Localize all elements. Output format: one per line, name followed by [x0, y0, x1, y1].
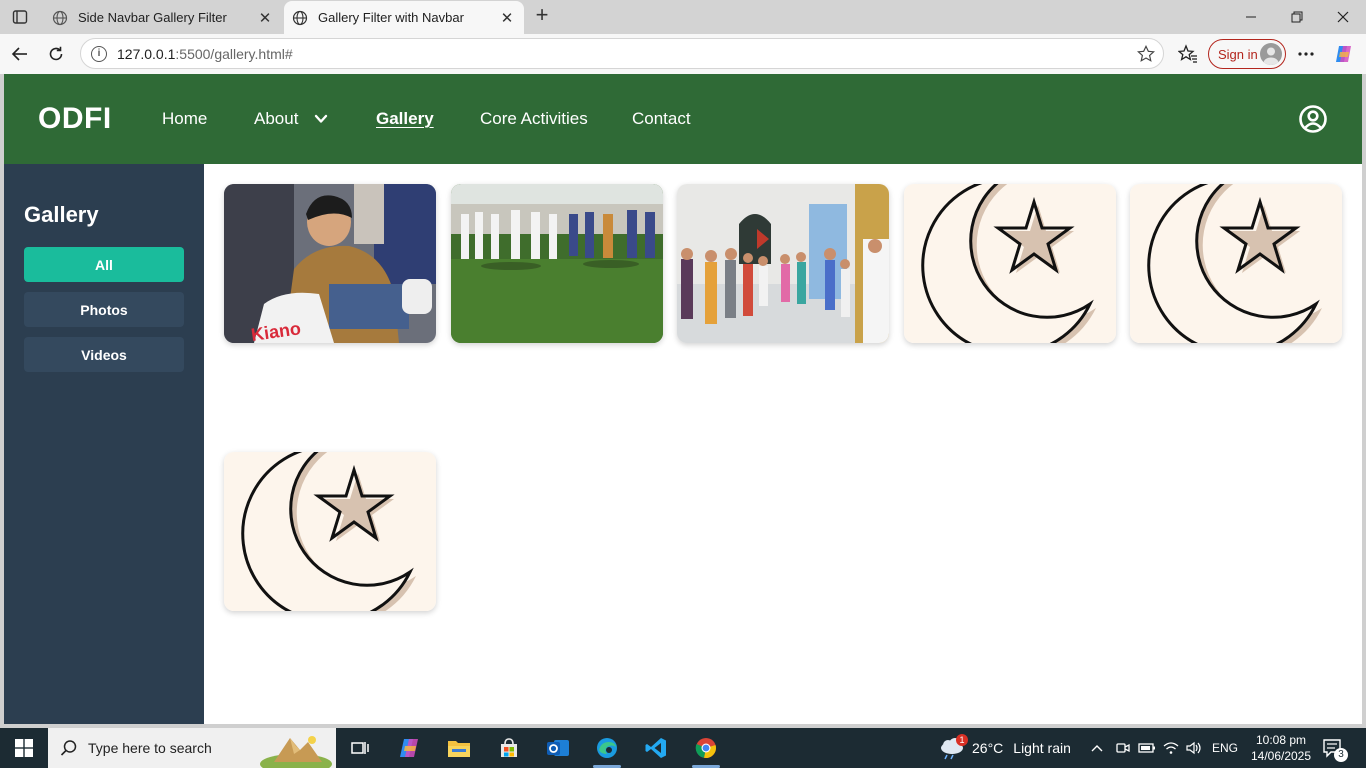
- sign-in-button[interactable]: Sign in: [1208, 39, 1286, 69]
- edge-browser-icon[interactable]: [593, 734, 621, 762]
- photo-group-in-hall: [677, 184, 889, 343]
- search-icon: [60, 740, 77, 756]
- weather-alert-badge: 1: [956, 734, 968, 746]
- nav-link-about[interactable]: About: [254, 109, 298, 129]
- favorite-star-icon[interactable]: [1137, 45, 1155, 63]
- site-info-icon[interactable]: i: [91, 45, 107, 62]
- globe-icon: [292, 10, 308, 25]
- windows-taskbar: Type here to search 1 26°C Light rain EN…: [0, 728, 1366, 768]
- photo-man-kneeling: Kiano: [224, 184, 436, 343]
- gallery-sidebar: Gallery All Photos Videos: [4, 164, 204, 724]
- crescent-star-icon: [224, 452, 436, 611]
- nav-link-home[interactable]: Home: [162, 109, 207, 129]
- vscode-icon[interactable]: [642, 734, 670, 762]
- site-navbar: ODFI Home About Gallery Core Activities …: [4, 74, 1362, 164]
- page-viewport: ODFI Home About Gallery Core Activities …: [4, 74, 1362, 724]
- weather-temperature: 26°C: [972, 740, 1004, 756]
- reload-icon[interactable]: [44, 42, 68, 66]
- filter-photos-button[interactable]: Photos: [24, 292, 184, 327]
- rain-cloud-icon: 1: [938, 734, 968, 760]
- battery-icon[interactable]: [1138, 728, 1156, 768]
- browser-tab-side-navbar[interactable]: Side Navbar Gallery Filter ✕: [44, 1, 282, 34]
- new-tab-icon[interactable]: +: [530, 4, 554, 28]
- gallery-item-placeholder[interactable]: [224, 452, 436, 611]
- gallery-item-placeholder[interactable]: [904, 184, 1116, 343]
- url-host: 127.0.0.1: [117, 45, 176, 62]
- search-highlight-illustration: [260, 736, 332, 768]
- browser-toolbar: i 127.0.0.1:5500/gallery.html# Sign in: [0, 34, 1366, 74]
- file-explorer-icon[interactable]: [445, 734, 473, 762]
- notification-count-badge: 3: [1334, 748, 1348, 762]
- tab-close-icon[interactable]: ✕: [498, 9, 516, 27]
- globe-icon: [52, 10, 68, 25]
- copilot-icon[interactable]: [1332, 42, 1356, 66]
- crescent-star-icon: [1130, 184, 1342, 343]
- copilot-app-icon[interactable]: [396, 734, 424, 762]
- notification-center-icon[interactable]: 3: [1322, 738, 1348, 762]
- start-button[interactable]: [0, 728, 48, 768]
- close-window-icon[interactable]: [1320, 0, 1366, 34]
- wifi-icon[interactable]: [1162, 728, 1180, 768]
- show-hidden-icons-chevron-up-icon[interactable]: [1090, 728, 1104, 768]
- filter-all-button[interactable]: All: [24, 247, 184, 282]
- weather-condition: Light rain: [1013, 740, 1071, 756]
- profile-avatar-icon: [1260, 43, 1282, 65]
- tab-actions-icon[interactable]: [8, 6, 32, 28]
- volume-icon[interactable]: [1185, 728, 1203, 768]
- outlook-icon[interactable]: [544, 734, 572, 762]
- crescent-star-icon: [904, 184, 1116, 343]
- chevron-down-icon[interactable]: [314, 112, 328, 126]
- gallery-item-placeholder[interactable]: [1130, 184, 1342, 343]
- address-bar[interactable]: i 127.0.0.1:5500/gallery.html#: [80, 38, 1164, 69]
- meet-now-icon[interactable]: [1114, 728, 1130, 768]
- chrome-icon[interactable]: [692, 734, 720, 762]
- back-icon[interactable]: [8, 42, 32, 66]
- microsoft-store-icon[interactable]: [495, 734, 523, 762]
- nav-link-contact[interactable]: Contact: [632, 109, 691, 129]
- gallery-item-photo[interactable]: [677, 184, 889, 343]
- tab-title: Side Navbar Gallery Filter: [78, 10, 227, 25]
- nav-link-core-activities[interactable]: Core Activities: [480, 109, 588, 129]
- sidebar-title: Gallery: [24, 202, 99, 227]
- sign-in-label: Sign in: [1218, 46, 1258, 62]
- search-placeholder: Type here to search: [88, 740, 212, 756]
- gallery-item-photo[interactable]: [451, 184, 663, 343]
- gallery-item-photo[interactable]: Kiano: [224, 184, 436, 343]
- weather-widget[interactable]: 1 26°C Light rain: [938, 728, 1071, 768]
- site-brand-logo[interactable]: ODFI: [38, 102, 112, 136]
- browser-tab-strip: Side Navbar Gallery Filter ✕ Gallery Fil…: [0, 0, 1366, 34]
- more-options-icon[interactable]: [1294, 42, 1318, 66]
- tab-close-icon[interactable]: ✕: [256, 9, 274, 27]
- input-language[interactable]: ENG: [1212, 728, 1238, 768]
- photo-outdoor-congregation: [451, 184, 663, 343]
- minimize-icon[interactable]: [1228, 0, 1274, 34]
- taskbar-search-box[interactable]: Type here to search: [48, 728, 336, 768]
- user-account-icon[interactable]: [1298, 104, 1328, 134]
- clock-time: 10:08 pm: [1255, 733, 1307, 747]
- task-view-icon[interactable]: [346, 734, 374, 762]
- nav-link-gallery[interactable]: Gallery: [376, 109, 434, 129]
- system-clock[interactable]: 10:08 pm 14/06/2025: [1246, 732, 1316, 764]
- tab-title: Gallery Filter with Navbar: [318, 10, 464, 25]
- windows-logo-icon: [15, 739, 33, 757]
- filter-videos-button[interactable]: Videos: [24, 337, 184, 372]
- browser-tab-gallery-filter[interactable]: Gallery Filter with Navbar ✕: [284, 1, 524, 34]
- restore-icon[interactable]: [1274, 0, 1320, 34]
- url-path: :5500/gallery.html#: [175, 45, 293, 62]
- favorites-icon[interactable]: [1176, 42, 1200, 66]
- clock-date: 14/06/2025: [1250, 749, 1312, 763]
